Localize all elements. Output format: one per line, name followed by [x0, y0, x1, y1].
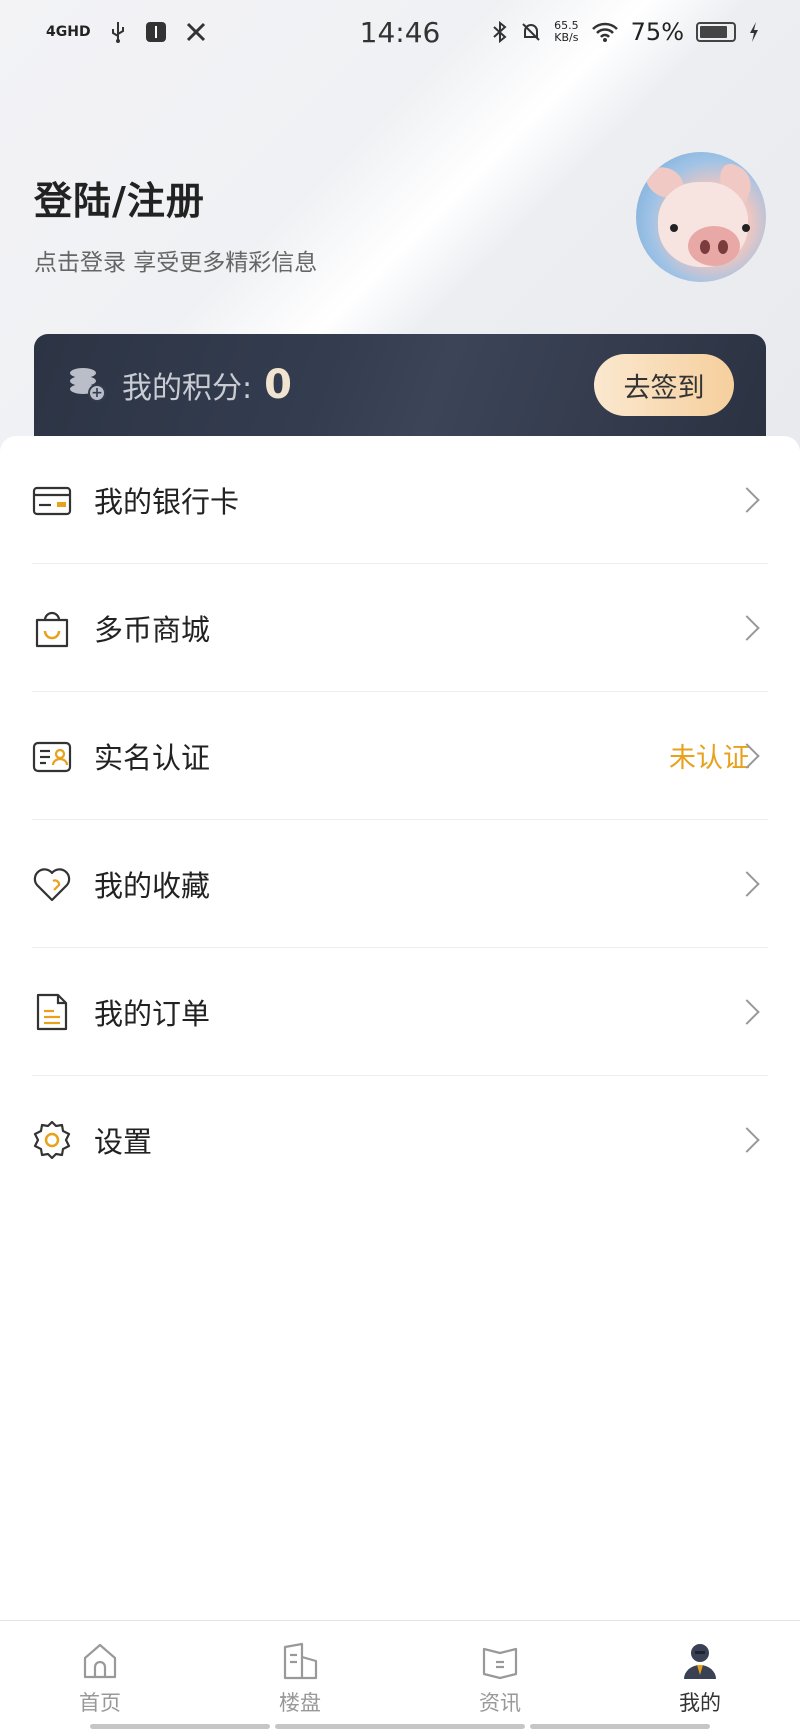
user-avatar-icon: [684, 1644, 716, 1679]
menu-label: 设置: [94, 1125, 153, 1159]
chevron-right-icon: [734, 998, 760, 1025]
tab-mine[interactable]: 我的: [600, 1621, 800, 1733]
usb-icon: [111, 22, 124, 43]
profile-header[interactable]: 登陆/注册 点击登录 享受更多精彩信息: [34, 170, 317, 277]
status-left: 4GHD: [46, 21, 207, 43]
net-speed: 65.5 KB/s: [554, 20, 579, 44]
nav-indicator-right: [530, 1724, 710, 1729]
pig-snout: [688, 226, 740, 266]
menu-item-coin-mall[interactable]: 多币商城: [32, 564, 768, 692]
status-bar: 4GHD 14:46 65.5 KB/s 75%: [0, 0, 800, 64]
coin-plus-badge: +: [88, 384, 106, 402]
chevron-right-icon: [734, 870, 760, 897]
tab-label: 资讯: [479, 1691, 521, 1715]
menu-label: 我的收藏: [94, 868, 211, 903]
status-right: 65.5 KB/s 75%: [492, 18, 760, 46]
avatar[interactable]: [636, 152, 766, 282]
chevron-right-icon: [734, 1127, 760, 1153]
menu-item-orders[interactable]: 我的订单: [32, 948, 768, 1076]
points-label: 我的积分:: [122, 371, 253, 406]
gear-icon: [33, 1120, 71, 1160]
points-card: + 我的积分: 0 去签到: [34, 334, 766, 436]
usb-debug-icon: [145, 22, 166, 42]
battery-icon: [696, 22, 736, 42]
wifi-icon: [591, 22, 618, 42]
nav-indicator-center: [275, 1724, 525, 1729]
tab-properties[interactable]: 楼盘: [200, 1621, 400, 1733]
checkin-button[interactable]: 去签到: [594, 354, 734, 416]
nav-indicator-left: [90, 1724, 270, 1729]
chevron-right-icon: [734, 614, 760, 641]
menu-item-bank-card[interactable]: 我的银行卡: [32, 436, 768, 564]
coins-icon: +: [70, 368, 106, 402]
menu-item-favorites[interactable]: 我的收藏: [32, 820, 768, 948]
chevron-right-icon: [734, 486, 760, 513]
system-nav-indicators: [0, 1724, 800, 1730]
menu-label: 我的银行卡: [94, 484, 240, 519]
points-value: 0: [264, 362, 292, 408]
tab-home[interactable]: 首页: [0, 1621, 200, 1733]
pig-nostril-right: [718, 240, 728, 254]
net-speed-unit: KB/s: [554, 31, 579, 44]
bank-card-icon: [32, 486, 72, 515]
bluetooth-icon: [493, 20, 507, 44]
menu-label: 实名认证: [94, 740, 211, 775]
login-register-title[interactable]: 登陆/注册: [34, 170, 317, 225]
tools-icon: [186, 22, 205, 42]
tab-label: 首页: [79, 1691, 121, 1715]
heart-icon: [33, 867, 71, 901]
pig-eye-left: [670, 224, 678, 232]
news-book-icon: [482, 1647, 518, 1680]
menu-label: 多币商城: [94, 612, 211, 647]
tab-news[interactable]: 资讯: [400, 1621, 600, 1733]
id-card-icon: [32, 741, 72, 772]
shopping-bag-icon: [35, 611, 69, 647]
battery-percent: 75%: [630, 18, 684, 46]
home-icon: [83, 1643, 117, 1679]
bottom-tab-bar: 首页 楼盘 资讯 我的: [0, 1620, 800, 1733]
signal-network-label: 4GHD: [46, 24, 91, 40]
menu-item-real-name-auth[interactable]: 实名认证 未认证: [32, 692, 768, 820]
mute-bell-icon: [522, 23, 540, 41]
charging-icon: [750, 22, 758, 42]
building-icon: [283, 1642, 318, 1680]
tab-label: 我的: [679, 1691, 721, 1715]
menu-list: 我的银行卡 多币商城 实名认证 未认证 我的收藏 我的订单 设置: [0, 436, 800, 1204]
pig-nostril-left: [700, 240, 710, 254]
tab-label: 楼盘: [279, 1691, 321, 1715]
login-hint: 点击登录 享受更多精彩信息: [34, 250, 318, 276]
pig-eye-right: [742, 224, 750, 232]
menu-item-settings[interactable]: 设置: [32, 1076, 768, 1204]
menu-label: 我的订单: [94, 996, 211, 1031]
order-document-icon: [36, 993, 68, 1030]
